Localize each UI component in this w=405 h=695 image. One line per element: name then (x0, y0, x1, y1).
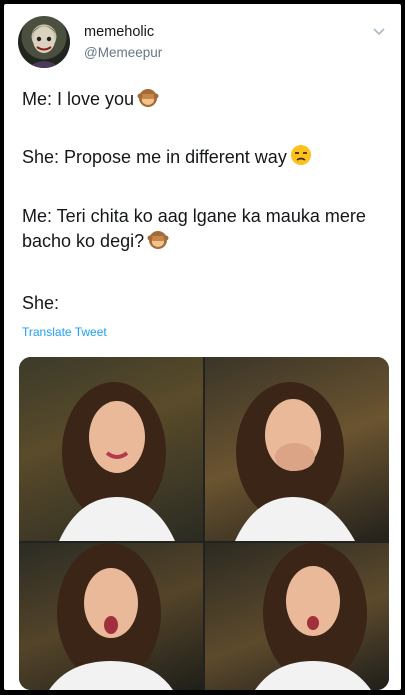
photo-4[interactable] (205, 543, 389, 690)
see-no-evil-monkey-icon (137, 86, 159, 114)
tweet-line-1: Me: I love you (22, 86, 159, 114)
tweet-header: memeholic @Memeepur (18, 16, 388, 74)
tweet-card: memeholic @Memeepur Me: I love you She: … (4, 4, 401, 690)
photo-1[interactable] (19, 357, 203, 541)
tweet-line-2: She: Propose me in different way (22, 144, 312, 172)
photo-2[interactable] (205, 357, 389, 541)
see-no-evil-monkey-icon (147, 228, 169, 256)
photo-3[interactable] (19, 543, 203, 690)
tweet-line-text: She: Propose me in different way (22, 147, 287, 167)
chevron-down-icon[interactable] (372, 24, 386, 38)
tweet-line-4: She: (22, 293, 60, 313)
display-name[interactable]: memeholic (84, 24, 154, 40)
tweet-media-grid[interactable] (19, 357, 389, 690)
user-handle[interactable]: @Memeepur (84, 45, 162, 60)
tweet-line-text: Me: I love you (22, 89, 135, 109)
unamused-face-icon (290, 144, 312, 172)
translate-tweet-link[interactable]: Translate Tweet (22, 325, 107, 339)
avatar[interactable] (18, 16, 70, 68)
tweet-line-text: Me: Teri chita ko aag lgane ka mauka mer… (22, 206, 366, 251)
tweet-line-3: Me: Teri chita ko aag lgane ka mauka mer… (22, 204, 382, 256)
